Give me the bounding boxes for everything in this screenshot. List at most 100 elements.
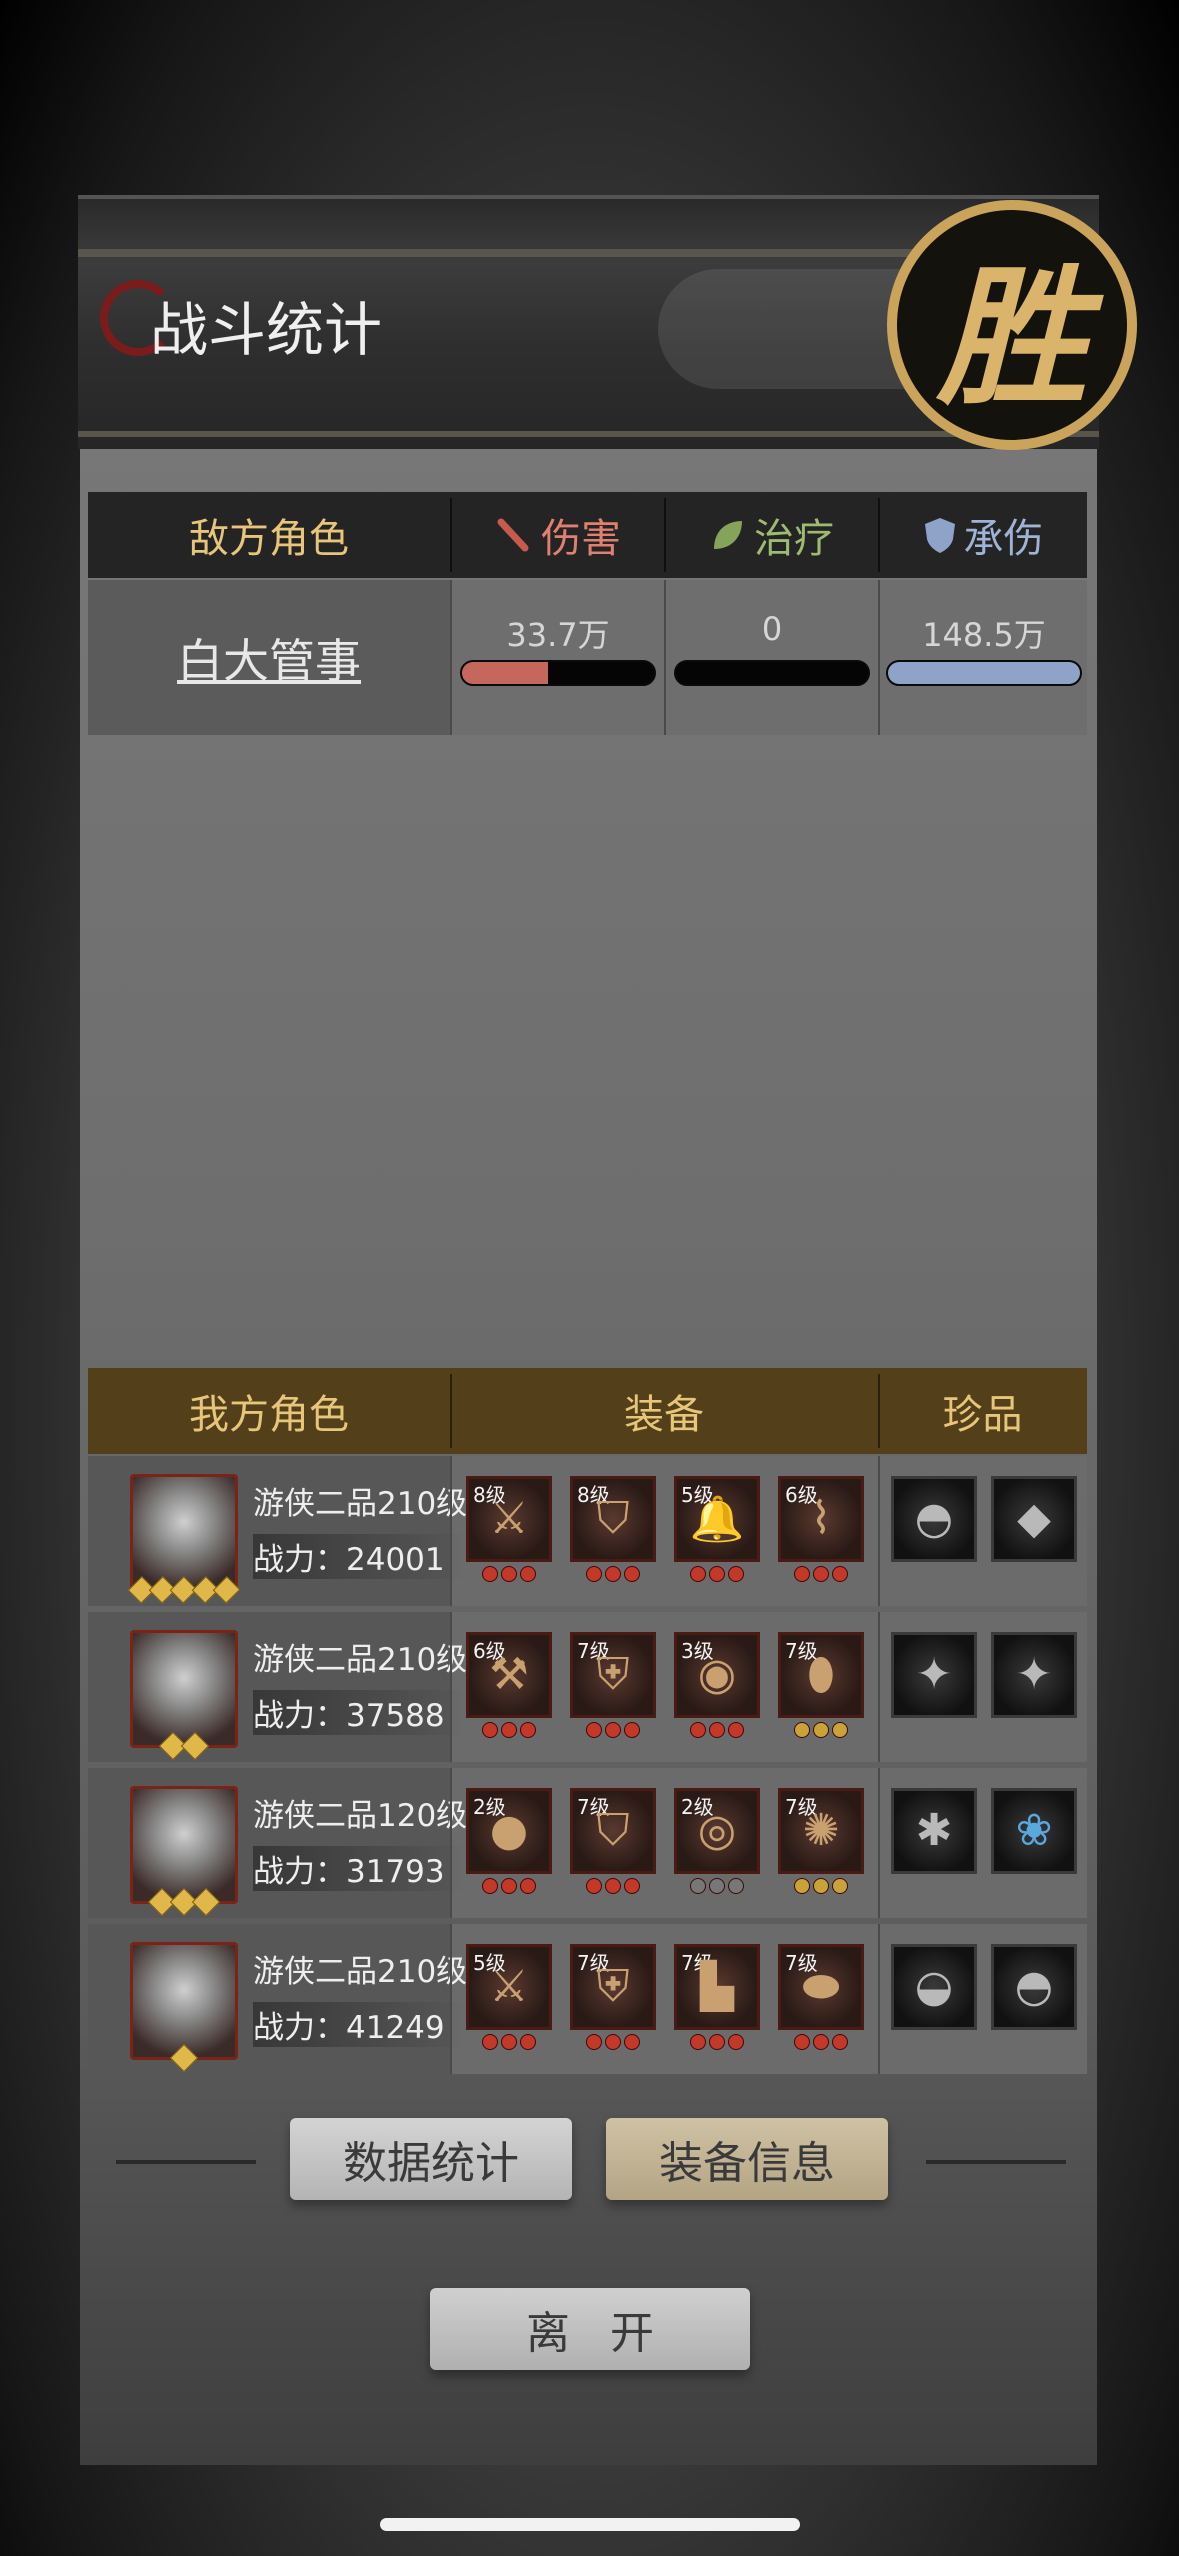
- bell-icon: 🔔: [689, 1494, 745, 1545]
- treasure-slot[interactable]: ✦: [991, 1632, 1077, 1718]
- enemy-name-link[interactable]: 白大管事: [88, 580, 450, 735]
- equipment-slot[interactable]: 3级 ◉: [674, 1632, 760, 1718]
- leave-button[interactable]: 离开: [430, 2288, 750, 2370]
- ally-table-header: 我方角色 装备 珍品: [88, 1368, 1087, 1454]
- robe-icon: ⛉: [596, 1805, 630, 1856]
- equipment-slot[interactable]: 7级 ⛉: [570, 1788, 656, 1874]
- data-stats-button[interactable]: 数据统计: [290, 2118, 572, 2200]
- star-icon: [191, 1887, 221, 1917]
- ally-row: 游侠二品210级 战力：37588 6级 ⚒ 7级 ⛨ 3级 ◉ 7级 ⬮ ✦ ✦: [88, 1612, 1087, 1762]
- equipment-slot[interactable]: 7级 ▙: [674, 1944, 760, 2030]
- hero-power: 战力：41249: [253, 2002, 465, 2047]
- treasure-slot[interactable]: ◒: [891, 1944, 977, 2030]
- star-rating: [132, 1887, 236, 1917]
- enhance-gems: [570, 1722, 656, 1738]
- healing-header-label: 治疗: [754, 516, 834, 562]
- damage-bar: [460, 660, 656, 686]
- divider-left: [116, 2160, 256, 2164]
- ally-row: 游侠二品210级 战力：41249 5级 ⚔ 7级 ⛨ 7级 ▙ 7级 ⬬ ◒ ◓: [88, 1924, 1087, 2074]
- treasure-slot[interactable]: ✱: [891, 1788, 977, 1874]
- enhance-gems: [674, 1566, 760, 1582]
- treasure-slot[interactable]: ◓: [991, 1944, 1077, 2030]
- equipment-slot[interactable]: 5级 ⚔: [466, 1944, 552, 2030]
- enhance-gems: [466, 2034, 552, 2050]
- taken-header: 承伤: [878, 492, 1087, 578]
- jade-icon: ◆: [1017, 1493, 1051, 1544]
- treasure-slot[interactable]: ❀: [991, 1788, 1077, 1874]
- enhance-gems: [466, 1878, 552, 1894]
- star-rating: [132, 1731, 236, 1761]
- equipment-slot[interactable]: 2级 ◎: [674, 1788, 760, 1874]
- equipment-slot[interactable]: 5级 🔔: [674, 1476, 760, 1562]
- enhance-gems: [674, 2034, 760, 2050]
- star-icon: [169, 2043, 199, 2073]
- hero-portrait[interactable]: [130, 1786, 238, 1904]
- treasure-slot[interactable]: ◆: [991, 1476, 1077, 1562]
- equipment-slot[interactable]: 6级 ⌇: [778, 1476, 864, 1562]
- star-rating: [127, 1576, 241, 1604]
- enhance-gems: [570, 2034, 656, 2050]
- equipment-slot[interactable]: 8级 ⛉: [570, 1476, 656, 1562]
- hairpin-icon: ✦: [915, 1649, 953, 1700]
- healing-header: 治疗: [664, 492, 878, 578]
- hero-power: 战力：31793: [253, 1846, 465, 1891]
- enhance-gems: [466, 1566, 552, 1582]
- enhance-gems: [674, 1722, 760, 1738]
- equipment-slot[interactable]: 7级 ⬮: [778, 1632, 864, 1718]
- enhance-gems: [778, 2034, 864, 2050]
- treasure-slot[interactable]: ✦: [891, 1632, 977, 1718]
- equipment-slot[interactable]: 6级 ⚒: [466, 1632, 552, 1718]
- hero-portrait[interactable]: [130, 1630, 238, 1748]
- jade-disc-icon: ◎: [697, 1805, 737, 1856]
- comb-icon: ◓: [914, 1493, 954, 1544]
- stone-fish-icon: ◒: [914, 1961, 954, 2012]
- damage-bar-fill: [462, 662, 549, 684]
- armor-icon: ⛨: [596, 1649, 630, 1700]
- enemy-row: 白大管事 33.7万 0 148.5万: [88, 580, 1087, 735]
- equipment-slot[interactable]: 2级 ●: [466, 1788, 552, 1874]
- damage-header-label: 伤害: [541, 516, 621, 562]
- armor-icon: ⛨: [596, 1961, 630, 2012]
- hero-class-level: 游侠二品210级: [253, 1642, 468, 1678]
- equipment-info-button[interactable]: 装备信息: [606, 2118, 888, 2200]
- hero-class-level: 游侠二品210级: [253, 1486, 468, 1522]
- bracer-icon: ⌇: [810, 1493, 832, 1544]
- healing-value: 0: [761, 610, 783, 648]
- sword-icon: ⚔: [489, 1961, 529, 2012]
- red-bead-icon: ✺: [802, 1805, 840, 1856]
- star-rating: [132, 2043, 236, 2073]
- hero-power: 战力：24001: [253, 1534, 465, 1579]
- equipment-slot[interactable]: 8级 ⚔: [466, 1476, 552, 1562]
- equipment-slot[interactable]: 7级 ⛨: [570, 1632, 656, 1718]
- drum-icon: ◉: [697, 1649, 737, 1700]
- equipment-slot[interactable]: 7级 ⛨: [570, 1944, 656, 2030]
- treasure-slot[interactable]: ◓: [891, 1476, 977, 1562]
- taken-bar: [886, 660, 1082, 686]
- enhance-gems: [778, 1566, 864, 1582]
- enhance-gems: [778, 1722, 864, 1738]
- scorpion-icon: ✱: [915, 1805, 953, 1856]
- page-title: 战斗统计: [150, 296, 383, 364]
- divider-right: [926, 2160, 1066, 2164]
- equipment-slot[interactable]: 7级 ✺: [778, 1788, 864, 1874]
- home-indicator[interactable]: [380, 2518, 800, 2531]
- hero-class-level: 游侠二品120级: [253, 1798, 468, 1834]
- crossbow-icon: ⚔: [489, 1493, 529, 1544]
- jade-pendant-icon: ⬮: [807, 1649, 835, 1700]
- cloak-icon: ⛉: [596, 1493, 630, 1544]
- enemy-role-header: 敌方角色: [189, 516, 349, 562]
- hero-portrait[interactable]: [130, 1942, 238, 2060]
- damage-value: 33.7万: [506, 616, 610, 654]
- gourd-icon: ●: [489, 1805, 529, 1856]
- boots-icon: ▙: [700, 1961, 734, 2012]
- comb-icon: ◓: [1014, 1961, 1054, 2012]
- enhance-gems: [570, 1566, 656, 1582]
- enhance-gems: [674, 1878, 760, 1894]
- hero-portrait[interactable]: [130, 1474, 238, 1592]
- enhance-gems: [570, 1878, 656, 1894]
- enhance-gems: [778, 1878, 864, 1894]
- lotus-icon: ❀: [1015, 1805, 1053, 1856]
- healing-bar: [674, 660, 870, 686]
- equipment-slot[interactable]: 7级 ⬬: [778, 1944, 864, 2030]
- victory-text: 胜: [936, 249, 1087, 426]
